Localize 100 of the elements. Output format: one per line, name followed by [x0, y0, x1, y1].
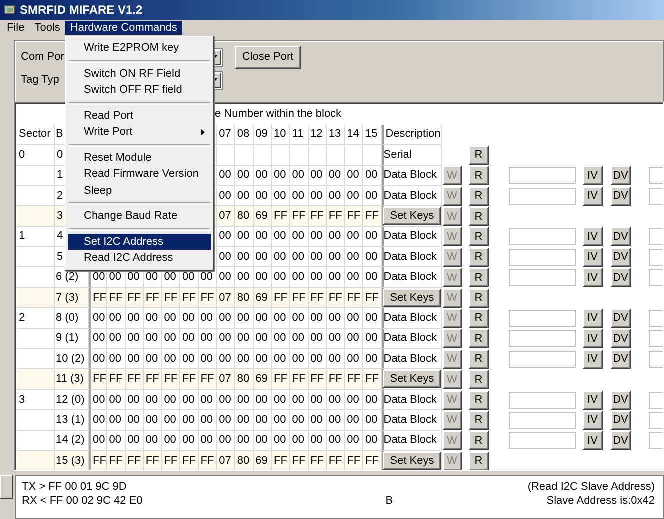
menu-item[interactable]: Set I2C Address — [68, 234, 211, 250]
table-cell: 00 — [162, 410, 180, 431]
read-button[interactable]: R — [468, 370, 489, 390]
menu-item[interactable]: Tools — [30, 21, 66, 36]
table-cell: 69 — [254, 369, 272, 390]
increment-value-button[interactable]: IV — [582, 410, 603, 430]
set-keys-button[interactable]: Set Keys — [383, 452, 442, 470]
table-cell: 10 (2) — [55, 349, 89, 370]
table-cell: 00 — [345, 349, 364, 370]
menu-item[interactable]: File — [2, 21, 30, 36]
table-cell: 00 — [217, 247, 236, 268]
decrement-value-button[interactable]: DV — [610, 227, 631, 246]
table-cell: 00 — [345, 410, 364, 431]
value-field[interactable] — [508, 167, 576, 184]
menu-item[interactable]: Switch OFF RF field — [68, 82, 211, 98]
increment-value-button[interactable]: IV — [582, 227, 603, 246]
menu-item[interactable]: Hardware Commands — [65, 21, 182, 36]
table-cell: 00 — [107, 410, 126, 431]
value-field[interactable] — [508, 330, 576, 348]
table-cell: Data Block — [382, 430, 442, 451]
menu-item[interactable]: Read Port — [68, 108, 211, 124]
table-cell: 00 — [217, 430, 236, 451]
read-button[interactable]: R — [468, 452, 489, 470]
increment-value-button[interactable]: IV — [582, 166, 603, 186]
set-keys-button[interactable]: Set Keys — [383, 207, 442, 225]
read-button[interactable]: R — [468, 350, 489, 369]
column-header: Sector — [17, 124, 55, 146]
menu-item[interactable]: Switch ON RF Field — [68, 66, 211, 82]
decrement-value-button[interactable]: DV — [610, 268, 631, 288]
column-header: 11 — [290, 124, 309, 146]
table-cell: 00 — [235, 410, 254, 431]
value-field[interactable] — [508, 228, 576, 246]
value-field[interactable] — [508, 432, 576, 450]
set-keys-button[interactable]: Set Keys — [383, 288, 442, 307]
read-button[interactable]: R — [468, 308, 489, 328]
table-cell: 00 — [180, 349, 199, 370]
menu-item[interactable]: Write E2PROM key — [68, 40, 211, 56]
table-cell: 00 — [272, 166, 290, 186]
table-cell: 00 — [198, 390, 218, 410]
increment-value-button[interactable]: IV — [582, 308, 603, 328]
read-button[interactable]: R — [468, 410, 489, 430]
table-cell — [326, 145, 346, 166]
value-field[interactable] — [508, 350, 576, 368]
read-button[interactable]: R — [468, 288, 489, 308]
value-field[interactable] — [508, 269, 576, 286]
table-cell: 00 — [345, 247, 364, 268]
table-cell: 00 — [290, 410, 309, 431]
table-cell: 00 — [217, 308, 236, 329]
table-cell: FF — [126, 369, 144, 390]
value-field[interactable] — [508, 188, 576, 205]
decrement-value-button[interactable]: DV — [610, 186, 631, 206]
decrement-value-button[interactable]: DV — [610, 390, 631, 410]
read-button[interactable]: R — [468, 146, 489, 165]
read-button[interactable]: R — [468, 390, 489, 410]
log-line: Slave Address is:0x42 — [546, 494, 655, 508]
value-field[interactable] — [508, 248, 576, 266]
table-cell: FF — [345, 288, 364, 308]
decrement-value-button[interactable]: DV — [610, 329, 631, 348]
read-button[interactable]: R — [468, 227, 489, 246]
read-button[interactable]: R — [468, 248, 489, 267]
decrement-value-button[interactable]: DV — [610, 308, 631, 328]
read-button[interactable]: R — [468, 207, 489, 226]
increment-value-button[interactable]: IV — [582, 390, 603, 410]
decrement-value-button[interactable]: DV — [610, 431, 631, 450]
increment-value-button[interactable]: IV — [582, 350, 603, 369]
increment-value-button[interactable]: IV — [582, 329, 603, 348]
increment-value-button[interactable]: IV — [582, 186, 603, 206]
set-keys-button[interactable]: Set Keys — [383, 370, 442, 388]
splitter-handle[interactable] — [0, 475, 13, 500]
read-button[interactable]: R — [468, 186, 489, 206]
decrement-value-button[interactable]: DV — [610, 248, 631, 267]
table-cell: 00 — [272, 226, 290, 248]
log-line: (Read I2C Slave Address) — [528, 480, 655, 494]
decrement-value-button[interactable]: DV — [610, 410, 631, 430]
value-field[interactable] — [508, 392, 576, 409]
decrement-value-button[interactable]: DV — [610, 166, 631, 186]
table-cell: Data Block — [382, 308, 442, 329]
table-cell: 00 — [217, 410, 236, 431]
table-cell: 00 — [326, 226, 346, 248]
close-port-button[interactable]: Close Port — [235, 46, 301, 69]
table-cell: 12 (0) — [55, 390, 89, 410]
increment-value-button[interactable]: IV — [582, 431, 603, 450]
value-field[interactable] — [508, 412, 576, 429]
read-button[interactable]: R — [468, 166, 489, 186]
read-button[interactable]: R — [468, 329, 489, 348]
decrement-value-button[interactable]: DV — [610, 350, 631, 369]
table-cell: 00 — [89, 308, 108, 329]
read-button[interactable]: R — [468, 268, 489, 288]
table-cell: 00 — [290, 247, 309, 268]
increment-value-button[interactable]: IV — [582, 248, 603, 267]
table-cell: 00 — [235, 308, 254, 329]
table-cell: FF — [363, 288, 382, 308]
table-cell: 00 — [254, 328, 272, 350]
increment-value-button[interactable]: IV — [582, 268, 603, 288]
table-cell: 00 — [217, 390, 236, 410]
value-field[interactable] — [508, 310, 576, 327]
table-cell: 00 — [107, 308, 126, 329]
table-cell: 2 — [17, 308, 55, 329]
read-button[interactable]: R — [468, 431, 489, 450]
table-cell: 00 — [180, 308, 199, 329]
